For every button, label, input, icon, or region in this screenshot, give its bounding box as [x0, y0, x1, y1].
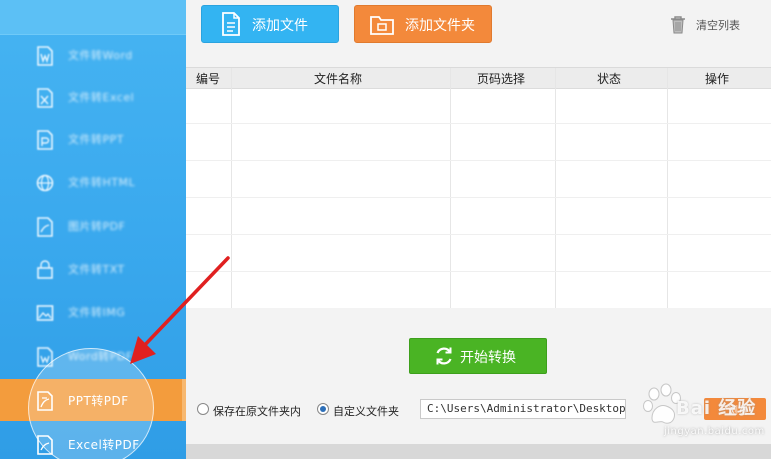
highlight-circle: [28, 348, 154, 459]
folder-icon: [370, 16, 394, 35]
browse-button[interactable]: 浏览: [704, 398, 766, 420]
row-divider: [186, 197, 771, 198]
column-header-filename: 文件名称: [314, 72, 363, 86]
start-conversion-button[interactable]: 开始转换: [409, 338, 547, 374]
word-doc-icon: [37, 46, 53, 66]
custom-folder-label: 自定义文件夹: [333, 405, 399, 418]
sidebar-item-label: 文件转TXT: [68, 263, 125, 276]
clear-list-button[interactable]: 清空列表: [670, 15, 750, 35]
ppt-doc-icon: [37, 130, 53, 150]
sidebar-item-to-html[interactable]: 文件转HTML: [0, 161, 186, 203]
sidebar-item-image-to-pdf[interactable]: 图片转PDF: [0, 205, 186, 247]
row-divider: [186, 234, 771, 235]
column-divider: [231, 68, 232, 308]
sidebar-item-label: 文件转Excel: [68, 91, 135, 104]
save-original-label: 保存在原文件夹内: [213, 405, 301, 418]
column-divider: [555, 68, 556, 308]
row-divider: [186, 160, 771, 161]
column-header-number: 编号: [196, 72, 221, 86]
image-icon: [36, 305, 54, 321]
sidebar-item-to-img[interactable]: 文件转IMG: [0, 291, 186, 333]
column-header-page-selection: 页码选择: [477, 72, 526, 86]
add-folder-label: 添加文件夹: [405, 18, 475, 34]
row-divider: [186, 123, 771, 124]
radio-custom-folder[interactable]: [317, 403, 329, 415]
clear-list-label: 清空列表: [696, 19, 740, 32]
trash-icon: [671, 16, 685, 34]
sidebar-item-to-txt[interactable]: 文件转TXT: [0, 248, 186, 290]
txt-doc-icon: [37, 260, 53, 279]
sidebar-item-to-excel[interactable]: 文件转Excel: [0, 76, 186, 118]
row-divider: [186, 271, 771, 272]
output-path-input[interactable]: C:\Users\Administrator\Desktop: [420, 399, 626, 419]
excel-doc-icon: [37, 88, 53, 108]
refresh-icon: [436, 347, 452, 365]
status-bar: [186, 444, 771, 459]
sidebar-item-to-ppt[interactable]: 文件转PPT: [0, 118, 186, 160]
column-divider: [450, 68, 451, 308]
sidebar-item-label: 文件转HTML: [68, 176, 136, 189]
file-table[interactable]: 编号 文件名称 页码选择 状态 操作: [186, 67, 771, 308]
start-conversion-label: 开始转换: [460, 350, 516, 366]
add-file-icon: [222, 12, 240, 36]
sidebar-item-label: 文件转IMG: [68, 306, 126, 319]
sidebar-top-strip: [0, 0, 186, 35]
globe-icon: [36, 174, 54, 192]
column-divider: [667, 68, 668, 308]
sidebar-item-label: 文件转PPT: [68, 133, 124, 146]
add-file-button[interactable]: 添加文件: [201, 5, 339, 43]
sidebar-item-to-word[interactable]: 文件转Word: [0, 34, 186, 76]
column-header-status: 状态: [597, 72, 622, 86]
sidebar-item-label: 文件转Word: [68, 49, 133, 62]
radio-save-original[interactable]: [197, 403, 209, 415]
column-header-operation: 操作: [705, 72, 730, 86]
sidebar-item-label: 图片转PDF: [68, 220, 126, 233]
sidebar: 文件转Word 文件转Excel 文件转PPT 文件转HTML 图片转PDF 文…: [0, 0, 186, 459]
table-header: 编号 文件名称 页码选择 状态 操作: [186, 68, 771, 89]
add-folder-button[interactable]: 添加文件夹: [354, 5, 492, 43]
main-panel: 添加文件 添加文件夹 清空列表 编号 文件名称 页码选择 状态 操作 开始转换 …: [186, 0, 771, 459]
add-file-label: 添加文件: [252, 18, 308, 34]
image-pdf-icon: [37, 217, 53, 237]
